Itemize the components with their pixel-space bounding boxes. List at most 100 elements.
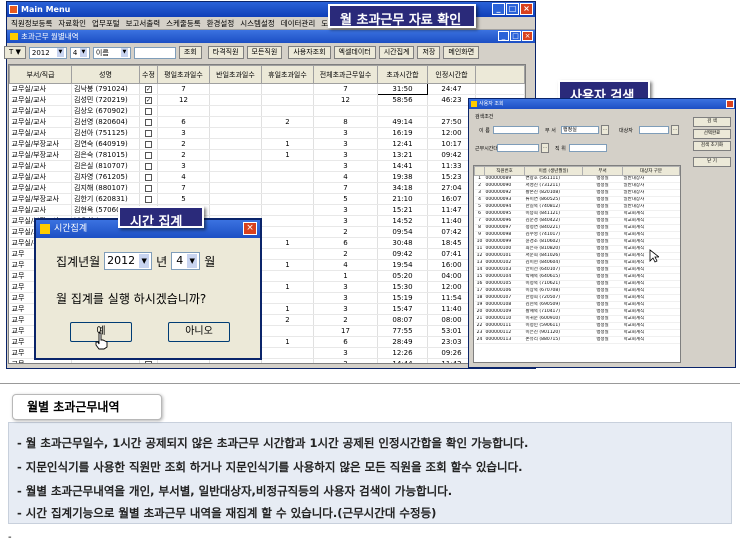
user-list-row[interactable]: 1 000000089 변창호 (561111) 행정실 일반대상자 xyxy=(474,175,680,183)
select-done-button[interactable]: 선택완료 xyxy=(693,129,731,139)
name-search-input[interactable] xyxy=(133,46,176,59)
user-list-row[interactable]: 14 000000103 안미선 (640107) 행정실 학교회계직 xyxy=(474,266,680,274)
edit-checkbox[interactable] xyxy=(145,195,152,203)
column-header[interactable]: 부서 xyxy=(582,166,623,176)
table-row[interactable]: 교무실/교사 김상오 (670902) xyxy=(9,105,525,117)
user-list-row[interactable]: 6 000000095 이승희 (841121) 행정실 학교회계직 xyxy=(474,210,680,218)
column-header[interactable]: 인정시간합 xyxy=(427,65,476,84)
edit-checkbox[interactable] xyxy=(145,360,152,363)
sub-minimize-button[interactable]: _ xyxy=(498,31,509,41)
t-dropdown-button[interactable]: T ▼ xyxy=(4,46,26,59)
dialog-month-select[interactable]: 4 ▼ xyxy=(171,252,201,270)
edit-checkbox-cell[interactable] xyxy=(139,193,158,205)
user-list-row[interactable]: 16 000000105 이정숙 (710621) 행정실 학교회계직 xyxy=(474,280,680,288)
edit-checkbox[interactable]: ✓ xyxy=(145,96,152,104)
user-list-row[interactable]: 7 000000096 김순경 (840422) 행정실 학교회계직 xyxy=(474,217,680,225)
table-row[interactable]: 교무실/교사 김성민 (720219) ✓ 12 12 58:56 46:23 xyxy=(9,94,525,106)
edit-checkbox-cell[interactable] xyxy=(139,116,158,128)
user-list-row[interactable]: 19 000000108 김현숙 (690509) 행정실 학교회계직 xyxy=(474,301,680,309)
table-row[interactable]: 교무실/부장교사 김은숙 (781015) 2 1 3 13:21 09:42 xyxy=(9,149,525,161)
year-select[interactable]: 2012 ▼ xyxy=(28,46,67,59)
work-time-browse-button[interactable]: … xyxy=(541,143,549,153)
user-list-row[interactable]: 10 000000099 윤경조 (810602) 행정실 학교회계직 xyxy=(474,238,680,246)
month-select[interactable]: 4 ▼ xyxy=(69,46,90,59)
sub-close-button[interactable]: × xyxy=(522,31,533,41)
work-time-input[interactable] xyxy=(497,144,539,152)
rank-input[interactable] xyxy=(569,144,607,152)
search-reset-button[interactable]: 검색 초기화 xyxy=(693,141,731,151)
user-search-button[interactable]: 사용자조회 xyxy=(288,46,331,59)
time-summary-button[interactable]: 시간집계 xyxy=(378,46,415,59)
user-list-row[interactable]: 9 000000098 김수영 (741017) 행정실 학교회계직 xyxy=(474,231,680,239)
edit-checkbox[interactable] xyxy=(145,184,152,192)
user-search-go-button[interactable]: 검 색 xyxy=(693,117,731,127)
edit-checkbox-cell[interactable] xyxy=(139,182,158,194)
edit-checkbox[interactable] xyxy=(145,151,152,159)
menu-item[interactable]: 자료확인 xyxy=(58,17,86,29)
edit-checkbox-cell[interactable] xyxy=(139,105,158,117)
user-list-row[interactable]: 18 000000107 한정희 (720507) 행정실 학교회계직 xyxy=(474,294,680,302)
no-button[interactable]: 아니오 xyxy=(168,322,230,342)
user-list-row[interactable]: 3 000000092 황본진 (820108) 행정실 일반대상자 xyxy=(474,189,680,197)
column-header[interactable]: 대상자 구분 xyxy=(622,166,680,176)
user-list-row[interactable]: 23 000000112 이은진 (901120) 행정실 학교회계직 xyxy=(474,329,680,337)
save-button[interactable]: 저장 xyxy=(417,46,441,59)
user-list-row[interactable]: 24 000000113 손유리 (880715) 행정실 학교회계직 xyxy=(474,336,680,344)
user-list-row[interactable]: 4 000000093 류미연 (860525) 행정실 일반대상자 xyxy=(474,196,680,204)
menu-item[interactable]: 업무포털 xyxy=(92,17,120,29)
edit-checkbox[interactable] xyxy=(145,107,152,115)
close-icon[interactable] xyxy=(726,100,734,108)
column-header[interactable]: 부서/직급 xyxy=(9,65,72,84)
table-row[interactable]: 교무실/교사김현옥 (570607)3315:2111:47 xyxy=(9,204,525,216)
user-list-row[interactable]: 15 000000104 박혜숙 (640615) 행정실 학교회계직 xyxy=(474,273,680,281)
edit-checkbox-cell[interactable]: ✓ xyxy=(139,94,158,106)
column-header[interactable]: 수정 xyxy=(139,65,158,84)
user-list-row[interactable]: 2 000000090 서성진 (731211) 행정실 일반대상자 xyxy=(474,182,680,190)
search-button[interactable]: 조회 xyxy=(178,46,202,59)
user-list-row[interactable]: 5 000000094 한길숙 (740812) 행정실 일반대상자 xyxy=(474,203,680,211)
dept-input[interactable]: 행정실 xyxy=(561,126,599,134)
menu-item[interactable]: 환경설정 xyxy=(207,17,235,29)
edit-checkbox-cell[interactable]: ✓ xyxy=(139,83,158,95)
name-select[interactable]: 이름 ▼ xyxy=(92,46,131,59)
edit-checkbox[interactable] xyxy=(145,118,152,126)
menu-item[interactable]: 데이터관리 xyxy=(281,17,316,29)
sub-maximize-button[interactable]: □ xyxy=(510,31,521,41)
edit-checkbox[interactable] xyxy=(145,173,152,181)
edit-checkbox[interactable] xyxy=(145,140,152,148)
target-input[interactable] xyxy=(639,126,669,134)
close-icon[interactable]: × xyxy=(243,222,257,235)
dialog-close-button[interactable]: 닫 기 xyxy=(693,157,731,167)
column-header[interactable]: 이름 (생년월일) xyxy=(524,166,583,176)
table-row[interactable]: 교무실/부장교사 김연숙 (640919) 2 1 3 12:41 10:17 xyxy=(9,138,525,150)
table-row[interactable]: 교무실/교사 김은실 (810707) 3 3 14:41 11:33 xyxy=(9,160,525,172)
table-row[interactable]: 교무실/교사 김낙봉 (791024) ✓ 7 7 31:50 24:47 xyxy=(9,83,525,95)
table-row[interactable]: 교무실/교사 김선영 (820604) 6 2 8 49:14 27:50 xyxy=(9,116,525,128)
edit-checkbox-cell[interactable] xyxy=(139,127,158,139)
excel-data-button[interactable]: 엑셀데이터 xyxy=(333,46,376,59)
edit-checkbox-cell[interactable] xyxy=(139,149,158,161)
table-row[interactable]: 교무실/교사 김선아 (751125) 3 3 16:19 12:00 xyxy=(9,127,525,139)
close-button[interactable]: × xyxy=(520,3,533,15)
minimize-button[interactable]: _ xyxy=(492,3,505,15)
edit-checkbox[interactable]: ✓ xyxy=(145,85,152,93)
maximize-button[interactable]: □ xyxy=(506,3,519,15)
menu-item[interactable]: 직원정보등록 xyxy=(11,17,52,29)
user-list-row[interactable]: 20 000000109 황혜숙 (710417) 행정실 학교회계직 xyxy=(474,308,680,316)
column-header[interactable]: 평일초과일수 xyxy=(157,65,210,84)
edit-checkbox[interactable] xyxy=(145,129,152,137)
table-row[interactable]: 교무실/교사 김자영 (761205) 4 4 19:38 15:23 xyxy=(9,171,525,183)
menu-item[interactable]: 보고서출력 xyxy=(126,17,161,29)
fingerprint-staff-button[interactable]: 타격직원 xyxy=(207,46,244,59)
table-row[interactable]: 교무실/부장교사 김한기 (620831) 5 5 21:10 16:07 xyxy=(9,193,525,205)
edit-checkbox[interactable] xyxy=(145,162,152,170)
column-header[interactable]: 성명 xyxy=(71,65,140,84)
column-header[interactable]: 직원번호 xyxy=(484,166,525,176)
main-screen-button[interactable]: 메인화면 xyxy=(443,46,480,59)
user-list-row[interactable]: 8 000000097 정정연 (840221) 행정실 학교회계직 xyxy=(474,224,680,232)
target-browse-button[interactable]: … xyxy=(671,125,679,135)
edit-checkbox-cell[interactable] xyxy=(139,160,158,172)
edit-checkbox-cell[interactable] xyxy=(139,171,158,183)
all-staff-button[interactable]: 모든직원 xyxy=(246,46,283,59)
menu-item[interactable]: 스케줄등록 xyxy=(166,17,201,29)
